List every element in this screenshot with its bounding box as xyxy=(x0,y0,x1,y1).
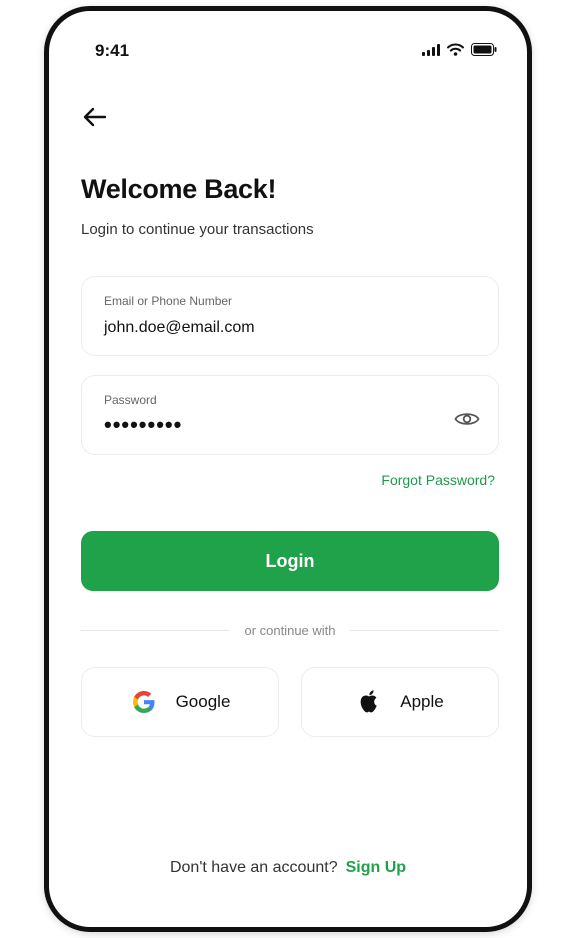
eye-icon xyxy=(454,413,480,425)
apple-login-button[interactable]: Apple xyxy=(301,667,499,737)
apple-login-label: Apple xyxy=(400,692,444,711)
login-button[interactable]: Login xyxy=(81,531,499,591)
apple-icon xyxy=(360,690,377,713)
status-bar: 9:41 xyxy=(49,39,527,61)
show-password-button[interactable] xyxy=(454,410,480,433)
battery-icon xyxy=(471,43,497,56)
arrow-left-icon xyxy=(83,107,107,127)
email-field-value[interactable]: john.doe@email.com xyxy=(104,319,255,337)
signup-prompt: Don't have an account? xyxy=(169,859,338,876)
status-time: 9:41 xyxy=(95,41,130,60)
google-icon xyxy=(132,691,155,713)
phone-frame: 9:41 Welcome Back! Login to continue you… xyxy=(44,6,532,932)
wifi-icon xyxy=(447,43,464,56)
password-field-value[interactable]: ••••••••• xyxy=(104,412,182,438)
page-title: Welcome Back! xyxy=(81,174,277,204)
email-field-label: Email or Phone Number xyxy=(104,294,233,308)
signup-row: Don't have an account? Sign Up xyxy=(49,859,527,877)
google-login-button[interactable]: Google xyxy=(81,667,279,737)
password-field[interactable]: Password ••••••••• xyxy=(81,375,499,455)
signup-link[interactable]: Sign Up xyxy=(346,859,406,877)
divider-line-left xyxy=(81,629,231,631)
forgot-password-link[interactable]: Forgot Password? xyxy=(381,472,495,488)
password-field-label: Password xyxy=(104,393,157,407)
back-button[interactable] xyxy=(79,101,111,133)
signal-icon xyxy=(422,44,440,56)
divider-text: or continue with xyxy=(244,622,336,638)
divider-line-right xyxy=(349,629,499,631)
divider: or continue with xyxy=(81,621,499,639)
email-field[interactable]: Email or Phone Number john.doe@email.com xyxy=(81,276,499,356)
google-login-label: Google xyxy=(175,692,231,711)
page-subtitle: Login to continue your transactions xyxy=(81,221,314,238)
status-icons xyxy=(422,43,497,56)
